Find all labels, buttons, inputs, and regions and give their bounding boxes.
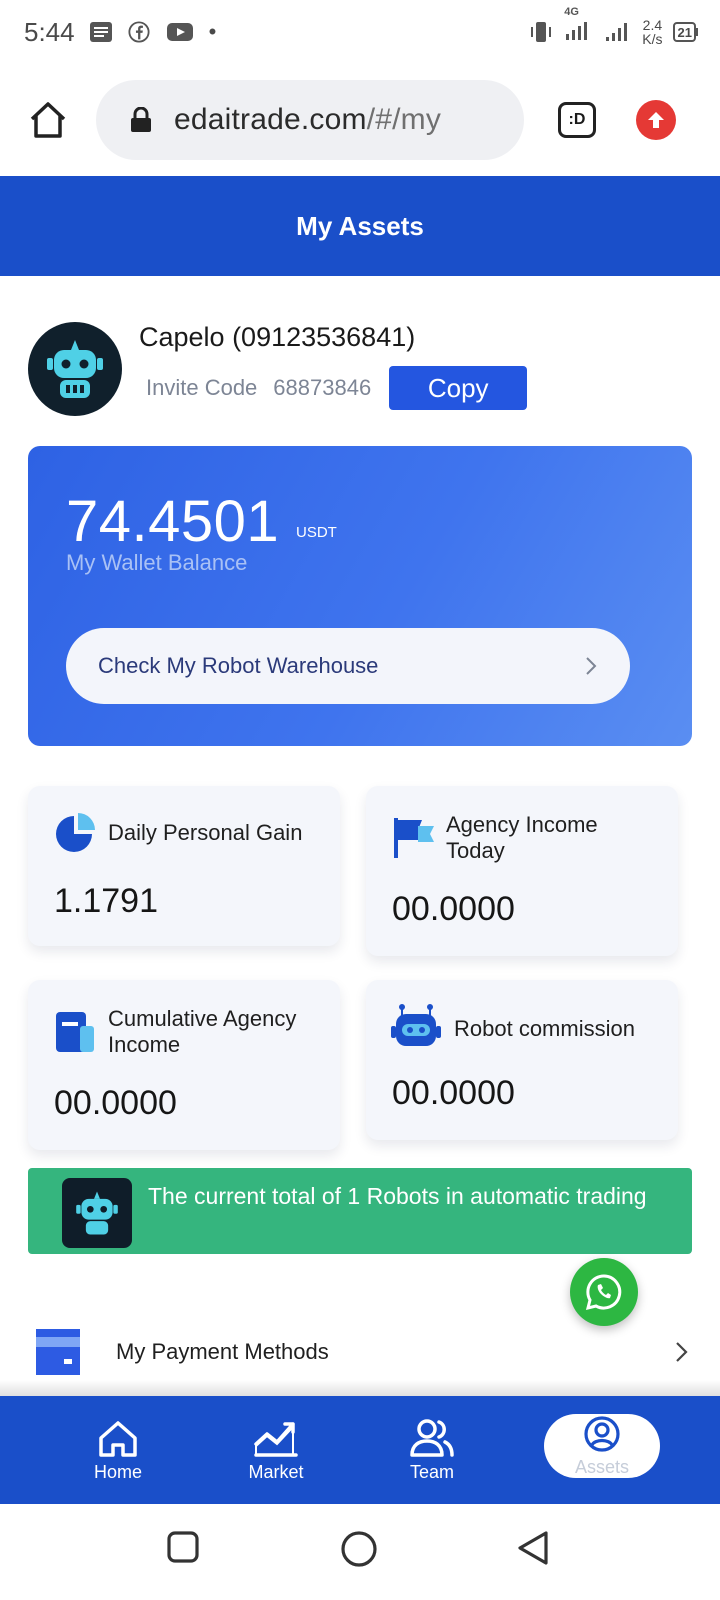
user-circle-icon bbox=[584, 1415, 620, 1452]
chevron-right-icon bbox=[676, 1342, 688, 1362]
card-icon bbox=[36, 1329, 80, 1375]
stat-title: Agency Income Today bbox=[446, 812, 598, 863]
stat-card-robot-commission: Robot commission 00.0000 bbox=[366, 980, 678, 1140]
network-type: 4G bbox=[564, 5, 579, 18]
whatsapp-icon bbox=[585, 1274, 622, 1311]
system-navigation-bar bbox=[0, 1504, 720, 1600]
stat-title: Cumulative Agency Income bbox=[108, 1006, 297, 1057]
robot-warehouse-label: Check My Robot Warehouse bbox=[98, 653, 379, 678]
address-bar[interactable]: edaitrade.com/#/my bbox=[96, 80, 524, 160]
home-icon bbox=[30, 102, 66, 138]
stat-card-cumulative-agency-income: Cumulative Agency Income 00.0000 bbox=[28, 980, 340, 1150]
stat-title: Robot commission bbox=[454, 1016, 635, 1041]
home-icon bbox=[99, 1420, 137, 1457]
robot-icon bbox=[391, 1004, 441, 1046]
flag-icon bbox=[394, 818, 434, 858]
whatsapp-button[interactable] bbox=[570, 1258, 638, 1326]
notes-icon bbox=[89, 22, 112, 42]
browser-home-button[interactable] bbox=[24, 96, 72, 144]
back-triangle-icon[interactable] bbox=[516, 1530, 550, 1566]
wallet-balance-label: My Wallet Balance bbox=[66, 550, 248, 575]
nav-assets[interactable]: Assets bbox=[544, 1414, 660, 1478]
robot-trading-banner: The current total of 1 Robots in automat… bbox=[28, 1168, 692, 1254]
nav-shadow bbox=[0, 1380, 720, 1396]
page-title: My Assets bbox=[296, 210, 424, 241]
avatar bbox=[28, 322, 122, 416]
profile-section: Capelo (09123536841) Invite Code 6887384… bbox=[28, 322, 708, 416]
invite-row: Invite Code 68873846 Copy bbox=[146, 366, 528, 410]
stat-value: 00.0000 bbox=[392, 1074, 515, 1112]
recent-apps-icon[interactable] bbox=[166, 1530, 200, 1564]
status-bar: 5:44 • 4G 2.4 K/s 21 bbox=[0, 0, 720, 64]
robot-warehouse-button[interactable]: Check My Robot Warehouse bbox=[66, 628, 630, 704]
dot-icon: • bbox=[208, 19, 217, 44]
robot-thumbnail bbox=[62, 1178, 132, 1248]
browser-toolbar: edaitrade.com/#/my :D bbox=[0, 64, 720, 176]
stat-card-daily-gain: Daily Personal Gain 1.1791 bbox=[28, 786, 340, 946]
payment-methods-label: My Payment Methods bbox=[116, 1339, 329, 1364]
document-icon bbox=[56, 1012, 94, 1052]
user-name: Capelo (09123536841) bbox=[139, 322, 416, 352]
chevron-right-icon bbox=[586, 657, 597, 675]
robot-count-text: The current total of 1 Robots in automat… bbox=[148, 1183, 647, 1209]
bottom-navigation: Home Market Team Assets bbox=[0, 1396, 720, 1504]
nav-team[interactable]: Team bbox=[372, 1396, 492, 1504]
balance-unit: USDT bbox=[296, 524, 337, 541]
url-text: edaitrade.com/#/my bbox=[174, 103, 442, 136]
facebook-icon bbox=[128, 21, 150, 43]
copy-button[interactable]: Copy bbox=[389, 366, 528, 410]
stat-title: Daily Personal Gain bbox=[108, 820, 303, 845]
invite-code-label: Invite Code bbox=[146, 375, 258, 400]
tab-switcher-button[interactable]: :D bbox=[558, 102, 596, 138]
team-icon bbox=[410, 1418, 454, 1457]
battery-icon: 21 bbox=[672, 22, 696, 42]
status-time: 5:44 bbox=[24, 16, 75, 47]
lock-icon bbox=[131, 107, 151, 132]
stat-value: 00.0000 bbox=[392, 890, 515, 928]
invite-code-value: 68873846 bbox=[273, 375, 372, 400]
payment-methods-row[interactable]: My Payment Methods bbox=[36, 1318, 690, 1386]
signal-icon-2 bbox=[606, 23, 628, 41]
page-header: My Assets bbox=[0, 176, 720, 276]
stat-value: 1.1791 bbox=[54, 882, 158, 920]
nav-home[interactable]: Home bbox=[58, 1396, 178, 1504]
arrow-up-icon bbox=[648, 112, 664, 128]
robot-avatar-icon bbox=[76, 1191, 118, 1235]
network-speed: 2.4 K/s bbox=[642, 17, 663, 47]
stat-card-agency-income-today: Agency Income Today 00.0000 bbox=[366, 786, 678, 956]
wallet-card: 74.4501 USDT My Wallet Balance Check My … bbox=[28, 446, 692, 746]
signal-icon bbox=[566, 21, 588, 40]
nav-market[interactable]: Market bbox=[216, 1396, 336, 1504]
home-circle-icon[interactable] bbox=[340, 1530, 378, 1568]
vibrate-icon bbox=[531, 22, 552, 42]
pie-chart-icon bbox=[56, 813, 95, 852]
wallet-balance: 74.4501 bbox=[66, 489, 280, 554]
youtube-icon bbox=[166, 23, 193, 41]
chart-line-icon bbox=[254, 1421, 298, 1457]
update-button[interactable] bbox=[636, 100, 676, 140]
stat-value: 00.0000 bbox=[54, 1084, 177, 1122]
robot-avatar-icon bbox=[47, 340, 103, 398]
